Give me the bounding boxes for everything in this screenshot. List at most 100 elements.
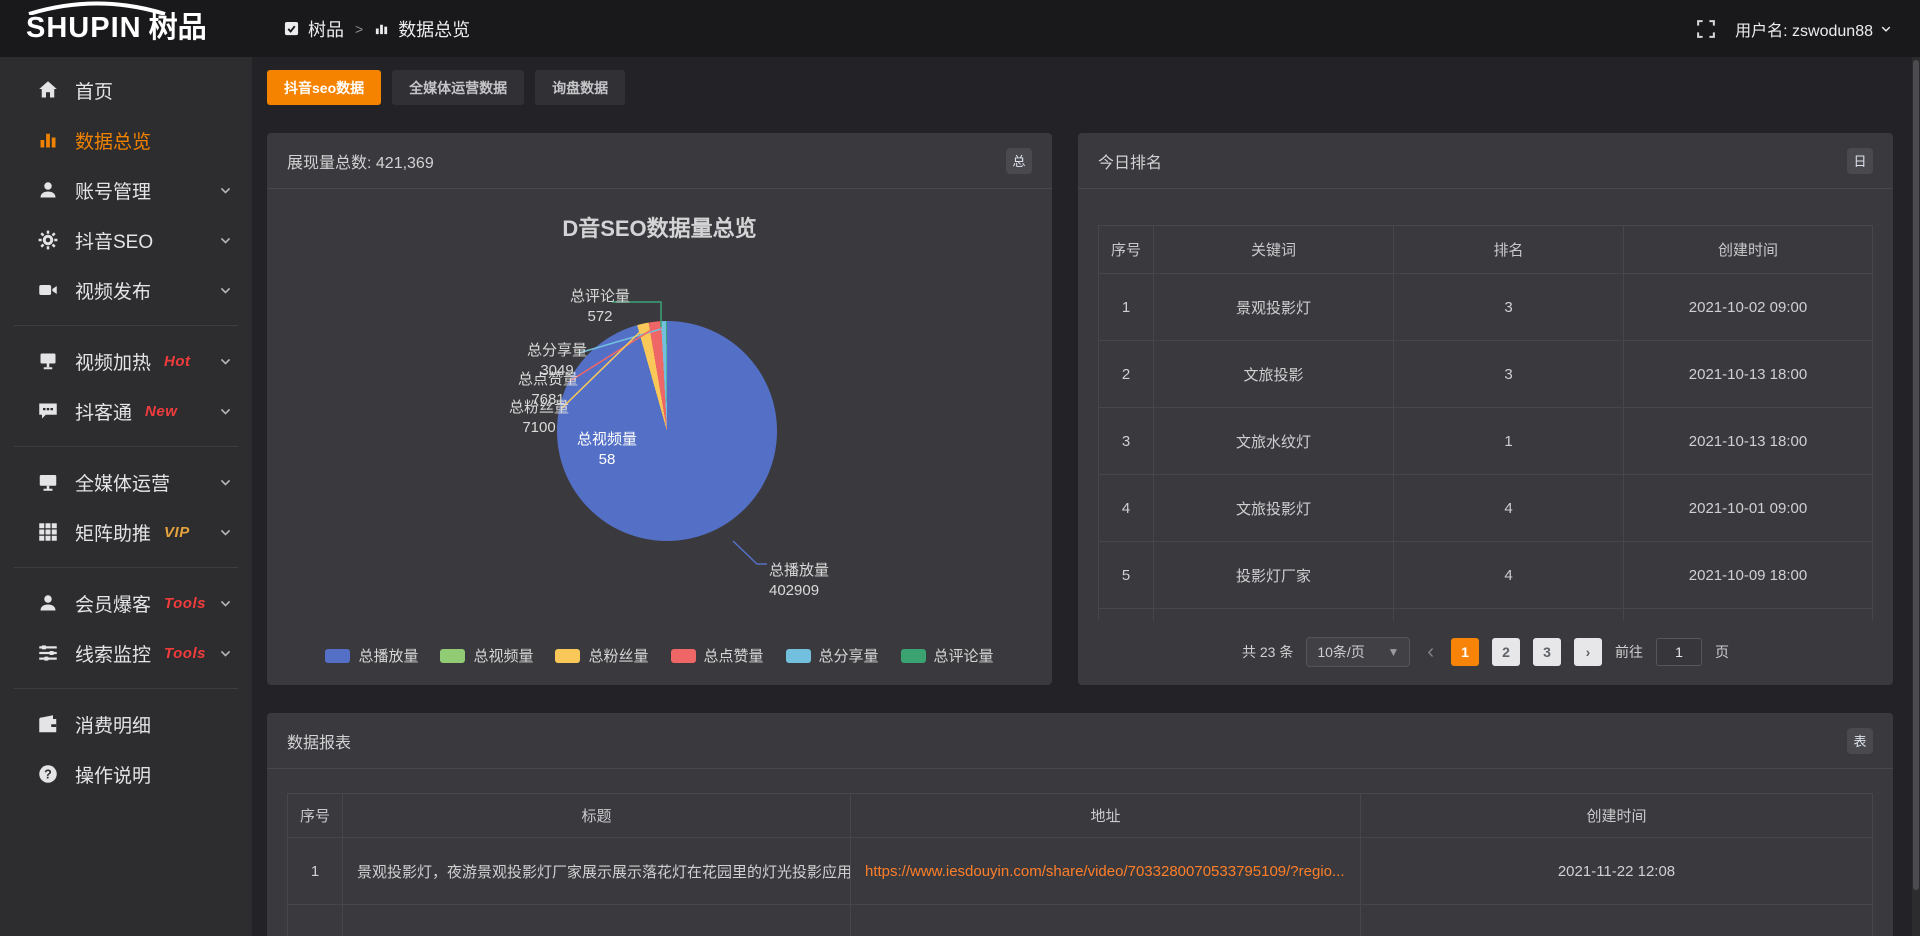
- ranking-day-badge[interactable]: 日: [1847, 148, 1873, 174]
- sidebar-item-douketong[interactable]: 抖客通New: [0, 386, 252, 436]
- report-url-cell: [851, 905, 1361, 936]
- tab-3[interactable]: 询盘数据: [535, 70, 625, 105]
- sidebar-item-member-burst[interactable]: 会员爆客Tools: [0, 578, 252, 628]
- chevron-down-icon: [219, 647, 232, 660]
- prev-page-button[interactable]: ‹: [1423, 642, 1438, 662]
- legend-item[interactable]: 总视频量: [440, 645, 533, 666]
- chevron-down-icon: [219, 476, 232, 489]
- tab-2[interactable]: 全媒体运营数据: [392, 70, 524, 105]
- report-title-cell: [343, 905, 851, 936]
- table-cell: 5: [1099, 542, 1154, 609]
- fullscreen-icon[interactable]: [1697, 20, 1715, 38]
- sidebar-item-douyin-seo[interactable]: 抖音SEO: [0, 215, 252, 265]
- user-icon: [36, 180, 60, 200]
- legend-label: 总评论量: [934, 645, 994, 666]
- table-cell: 文旅投影: [1154, 341, 1394, 408]
- report-panel: 数据报表 表 序号标题地址创建时间 1景观投影灯，夜游景观投影灯厂家展示展示落花…: [267, 713, 1893, 936]
- chevron-down-icon: [219, 355, 232, 368]
- table-cell: 2021-10-09 18:00: [1624, 542, 1873, 609]
- question-icon: ?: [36, 764, 60, 784]
- gear-icon: [36, 230, 60, 250]
- table-cell: 2021-10-02 09:00: [1624, 274, 1873, 341]
- legend-label: 总播放量: [358, 645, 418, 666]
- table-cell: 2: [1099, 341, 1154, 408]
- legend-item[interactable]: 总点赞量: [671, 645, 764, 666]
- legend-item[interactable]: 总分享量: [786, 645, 879, 666]
- table-cell: 4: [1099, 475, 1154, 542]
- sidebar-item-consumption-detail[interactable]: 消费明细: [0, 699, 252, 749]
- page-button-3[interactable]: 3: [1533, 638, 1561, 666]
- breadcrumb: 树品 > 数据总览: [284, 16, 470, 42]
- user-menu[interactable]: 用户名: zswodun88: [1735, 17, 1892, 41]
- page-button-2[interactable]: 2: [1492, 638, 1520, 666]
- sidebar-item-home[interactable]: 首页: [0, 65, 252, 115]
- chevron-down-icon: ▼: [1387, 645, 1399, 659]
- table-cell: [1394, 609, 1624, 620]
- sidebar-item-account-manage[interactable]: 账号管理: [0, 165, 252, 215]
- sidebar-item-label: 矩阵助推: [75, 519, 151, 546]
- sidebar-divider: [14, 567, 238, 568]
- table-cell: 投影灯厂家: [1154, 542, 1394, 609]
- sidebar-item-matrix-boost[interactable]: 矩阵助推VIP: [0, 507, 252, 557]
- ranking-panel: 今日排名 日 序号关键词排名创建时间 1景观投影灯32021-10-02 09:…: [1078, 133, 1893, 685]
- page-size-select[interactable]: 10条/页 ▼: [1306, 637, 1410, 667]
- legend-swatch: [440, 649, 465, 663]
- table-cell: 2021-10-13 18:00: [1624, 341, 1873, 408]
- goto-label: 前往: [1615, 642, 1643, 662]
- sidebar-item-label: 操作说明: [75, 761, 151, 788]
- sidebar-item-clue-monitor[interactable]: 线索监控Tools: [0, 628, 252, 678]
- top-bar: SHUPIN 树品 树品 > 数据总览 用户名: zswodun88: [0, 0, 1920, 57]
- breadcrumb-current-icon: [374, 21, 389, 36]
- table-cell: 景观投影灯: [1154, 274, 1394, 341]
- sidebar-item-video-heat[interactable]: 视频加热Hot: [0, 336, 252, 386]
- table-cell: 1: [1099, 274, 1154, 341]
- next-page-button[interactable]: ›: [1574, 638, 1602, 666]
- legend-item[interactable]: 总评论量: [901, 645, 994, 666]
- ranking-col-header: 排名: [1394, 226, 1624, 274]
- goto-unit: 页: [1715, 642, 1729, 662]
- sliders-icon: [36, 643, 60, 663]
- pagination-total: 共 23 条: [1242, 642, 1293, 662]
- legend-label: 总粉丝量: [588, 645, 648, 666]
- report-link[interactable]: https://www.iesdouyin.com/share/video/70…: [865, 863, 1345, 880]
- page-scrollbar[interactable]: [1912, 57, 1920, 936]
- legend-swatch: [555, 649, 580, 663]
- sidebar-item-label: 账号管理: [75, 177, 151, 204]
- sidebar-item-video-publish[interactable]: 视频发布: [0, 265, 252, 315]
- pie-label-comments: 总评论量572: [555, 287, 645, 327]
- breadcrumb-root[interactable]: 树品: [308, 16, 344, 42]
- ranking-table: 序号关键词排名创建时间 1景观投影灯32021-10-02 09:002文旅投影…: [1098, 225, 1873, 620]
- chevron-down-icon: [219, 184, 232, 197]
- legend-swatch: [671, 649, 696, 663]
- user-icon: [36, 593, 60, 613]
- report-table-badge[interactable]: 表: [1847, 728, 1873, 754]
- tab-1[interactable]: 抖音seo数据: [267, 70, 381, 105]
- grid-icon: [36, 522, 60, 542]
- table-row: 1景观投影灯32021-10-02 09:00: [1099, 274, 1873, 341]
- goto-page-input[interactable]: [1656, 638, 1702, 666]
- page-button-1[interactable]: 1: [1451, 638, 1479, 666]
- sidebar-item-media-operation[interactable]: 全媒体运营: [0, 457, 252, 507]
- overview-total-badge[interactable]: 总: [1006, 148, 1032, 174]
- sidebar-item-label: 首页: [75, 77, 113, 104]
- data-tabs: 抖音seo数据全媒体运营数据询盘数据: [267, 70, 625, 105]
- sidebar-item-badge: Tools: [164, 645, 206, 662]
- report-col-header: 地址: [851, 794, 1361, 838]
- scrollbar-thumb[interactable]: [1913, 60, 1919, 890]
- legend-item[interactable]: 总粉丝量: [555, 645, 648, 666]
- username-label: 用户名: zswodun88: [1735, 17, 1873, 41]
- chart-legend: 总播放量 总视频量 总粉丝量 总点赞量 总分享量 总评论量: [267, 645, 1052, 666]
- table-cell: 文旅投影灯: [1154, 475, 1394, 542]
- report-time-cell: 2021-11-22 12:08: [1361, 838, 1873, 905]
- sidebar-item-badge: Tools: [164, 595, 206, 612]
- ranking-col-header: 关键词: [1154, 226, 1394, 274]
- report-col-header: 标题: [343, 794, 851, 838]
- sidebar-item-label: 视频发布: [75, 277, 151, 304]
- report-col-header: 创建时间: [1361, 794, 1873, 838]
- legend-label: 总分享量: [819, 645, 879, 666]
- sidebar-item-instructions[interactable]: ? 操作说明: [0, 749, 252, 799]
- report-time-cell: [1361, 905, 1873, 936]
- sidebar-item-data-overview[interactable]: 数据总览: [0, 115, 252, 165]
- table-cell: 1: [288, 838, 343, 905]
- legend-item[interactable]: 总播放量: [325, 645, 418, 666]
